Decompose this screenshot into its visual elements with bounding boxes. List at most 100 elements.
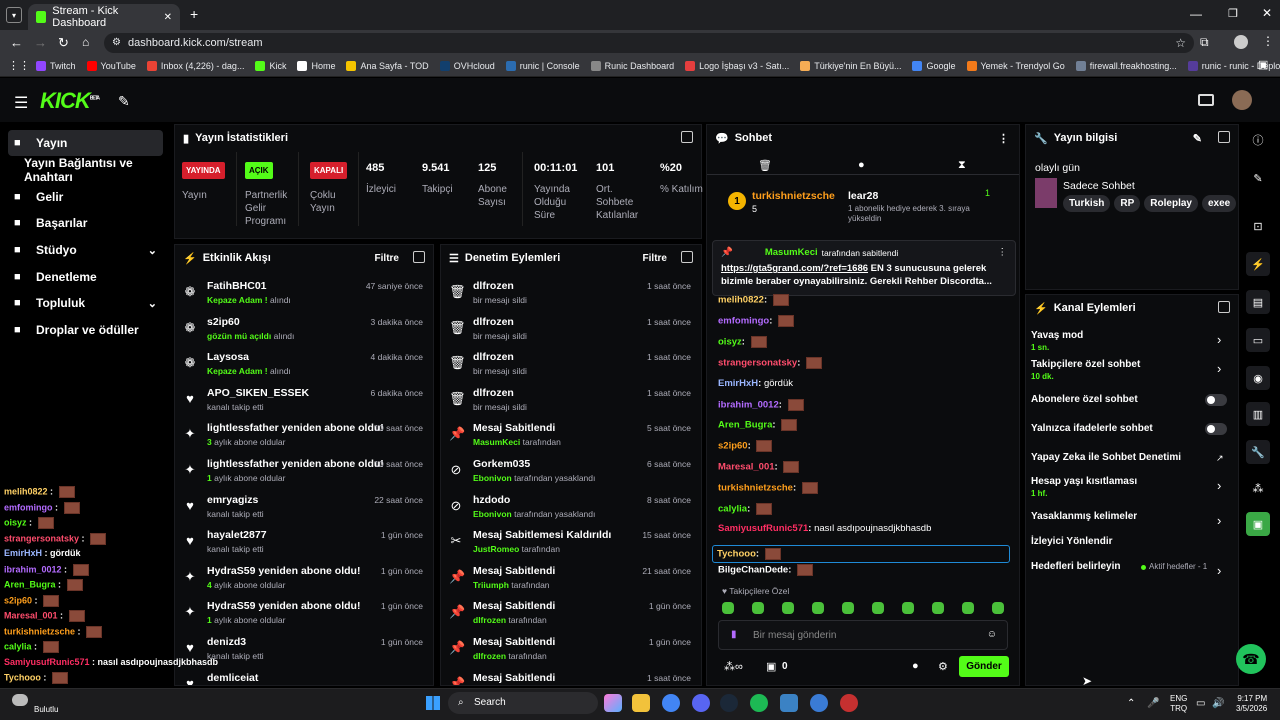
popout-icon[interactable]: [1218, 131, 1230, 143]
profile-icon[interactable]: [1234, 35, 1248, 49]
chat-username[interactable]: s2ip60: [718, 441, 748, 452]
maximize-button[interactable]: ❐: [1228, 7, 1238, 20]
emote-icon[interactable]: [782, 602, 794, 614]
moderation-row[interactable]: ⊘ hzdodo Ebonivon tarafından yasaklandı 8 s…: [441, 491, 701, 527]
chevron-right-icon[interactable]: ›: [1217, 478, 1221, 493]
channel-action[interactable]: İzleyici Yönlendir: [1031, 536, 1113, 547]
activity-row[interactable]: ✦ HydraS59 yeniden abone oldu! 4 aylık abo…: [175, 562, 433, 598]
activity-row[interactable]: ❁ s2ip60 gözün mü açıldı alındı 3 dakika ön…: [175, 313, 433, 349]
channel-action[interactable]: Hedefleri belirleyin: [1031, 561, 1120, 572]
extensions-icon[interactable]: ⧉: [1200, 35, 1209, 50]
moderation-row[interactable]: 🗑 dlfrozen bir mesajı sildi 1 saat önce: [441, 313, 701, 349]
stream-tag[interactable]: Roleplay: [1144, 195, 1198, 212]
reload-icon[interactable]: ↻: [58, 35, 69, 51]
spotify-icon[interactable]: [750, 694, 768, 712]
apps-icon[interactable]: ⋮⋮: [8, 59, 30, 72]
channel-action[interactable]: Abonelere özel sohbet: [1031, 394, 1138, 405]
chat-message[interactable]: ibrahim_0012:: [718, 399, 804, 411]
chat-settings-icon[interactable]: ⚙: [938, 660, 948, 673]
chat-message[interactable]: strangersonatsky:: [718, 357, 823, 369]
chat-message[interactable]: melih0822:: [718, 294, 789, 306]
app-red-icon[interactable]: [840, 694, 858, 712]
stream-tag[interactable]: RP: [1114, 195, 1141, 212]
activity-row[interactable]: ✦ HydraS59 yeniden abone oldu! 1 aylık abo…: [175, 597, 433, 633]
chat-input[interactable]: ▮ Bir mesaj gönderin ☺: [718, 620, 1008, 650]
chat-message[interactable]: turkishnietzsche:: [718, 482, 818, 494]
activity-row[interactable]: ♥ emryagizs kanalı takip etti 22 saat önce: [175, 491, 433, 527]
chat-tools-icon[interactable]: ⁂∞: [724, 660, 743, 673]
tab-search-icon[interactable]: ▾: [6, 7, 22, 23]
sidebar-item[interactable]: ■ Denetleme: [8, 264, 163, 290]
sidebar-item[interactable]: ■ Gelir: [8, 184, 163, 210]
channel-action[interactable]: Hesap yaşı kısıtlaması 1 hf.: [1031, 476, 1137, 498]
channel-action[interactable]: Yasaklanmış kelimeler: [1031, 511, 1137, 522]
chat-username[interactable]: oisyz: [718, 337, 742, 348]
browser-tab[interactable]: Stream - Kick Dashboard ✕: [28, 4, 180, 30]
moderation-row[interactable]: 📌 Mesaj Sabitlendi Triiumph tarafından 21 s…: [441, 562, 701, 598]
popout-icon[interactable]: [681, 131, 693, 143]
edit-icon[interactable]: ✎: [1193, 132, 1202, 145]
chat-tab-icon[interactable]: ●: [858, 159, 865, 171]
sidebar-item[interactable]: ■ Droplar ve ödüller: [8, 317, 163, 343]
chat-rail-button[interactable]: ▭: [1246, 328, 1270, 352]
document-rail-button[interactable]: ▤: [1246, 290, 1270, 314]
emote-icon[interactable]: [722, 602, 734, 614]
activity-row[interactable]: ❁ FatihBHC01 Kepaze Adam ! alındı 47 saniye…: [175, 277, 433, 313]
minimize-button[interactable]: —: [1190, 7, 1202, 21]
chevron-right-icon[interactable]: ›: [1217, 361, 1221, 376]
moderation-filter-button[interactable]: Filtre: [643, 253, 667, 264]
chat-username[interactable]: SamiyusufRunic571: [718, 523, 808, 534]
chat-message[interactable]: Tychooo:: [712, 545, 1010, 563]
hamburger-menu-icon[interactable]: ☰: [14, 93, 28, 113]
broadcast-rail-button[interactable]: ◉: [1246, 366, 1270, 390]
back-icon[interactable]: ←: [10, 35, 23, 50]
emote-icon[interactable]: [902, 602, 914, 614]
steam-icon[interactable]: [720, 694, 738, 712]
toggle-switch[interactable]: [1205, 423, 1227, 435]
bookmark-item[interactable]: Inbox (4,226) - dag...: [146, 61, 244, 71]
sidebar-item[interactable]: Yayın Bağlantısı ve Anahtarı: [8, 156, 163, 184]
moderation-row[interactable]: 🗑 dlfrozen bir mesajı sildi 1 saat önce: [441, 384, 701, 420]
capture-rail-button[interactable]: ⊡: [1246, 214, 1270, 238]
chat-username[interactable]: Aren_Bugra: [718, 420, 772, 431]
bookmark-item[interactable]: Kick: [255, 61, 286, 71]
emoji-icon[interactable]: ☺: [987, 629, 997, 640]
bookmark-item[interactable]: OVHcloud: [439, 61, 495, 71]
emote-icon[interactable]: [842, 602, 854, 614]
bookmark-item[interactable]: Logo İşbaşı v3 - Satı...: [685, 61, 789, 71]
chat-message[interactable]: Aren_Bugra:: [718, 419, 798, 431]
pin-tool-icon[interactable]: ✎: [118, 93, 130, 110]
chat-username[interactable]: EmirHxH: [718, 378, 758, 389]
app-g-icon[interactable]: [780, 694, 798, 712]
bookmark-item[interactable]: Yemek - Trendyol Go: [966, 61, 1065, 71]
moderation-row[interactable]: ✂ Mesaj Sabitlemesi Kaldırıldı JustRomeo t…: [441, 526, 701, 562]
pinned-menu-icon[interactable]: ⋮: [998, 247, 1008, 258]
clock[interactable]: 9:17 PM 3/5/2026: [1236, 694, 1267, 714]
chat-menu-icon[interactable]: ⋮: [998, 132, 1009, 145]
copilot-icon[interactable]: [604, 694, 622, 712]
chevron-right-icon[interactable]: ›: [1217, 563, 1221, 578]
sidebar-item[interactable]: ■ Topluluk ⌄: [8, 290, 163, 316]
bookmark-item[interactable]: Türkiye'nin En Büyü...: [800, 61, 901, 71]
chat-username[interactable]: turkishnietzsche: [718, 483, 793, 494]
chat-message[interactable]: BilgeChanDede:: [718, 564, 814, 576]
taskbar-search[interactable]: ⌕ Search: [448, 692, 598, 714]
chat-username[interactable]: Tychooo: [717, 549, 756, 560]
bookmark-item[interactable]: runic | Console: [505, 61, 580, 71]
activity-row[interactable]: ♥ APO_SIKEN_ESSEK kanalı takip etti 6 dakik…: [175, 384, 433, 420]
chat-username[interactable]: ibrahim_0012: [718, 400, 779, 411]
tab-close-icon[interactable]: ✕: [164, 12, 172, 23]
emote-icon[interactable]: [872, 602, 884, 614]
sidebar-item[interactable]: ■ Yayın: [8, 130, 163, 156]
bookmark-star-icon[interactable]: ☆: [1175, 33, 1186, 53]
chat-username[interactable]: BilgeChanDede: [718, 565, 788, 576]
network-icon[interactable]: ▭: [1196, 698, 1205, 709]
activity-filter-button[interactable]: Filtre: [375, 253, 399, 264]
moderation-row[interactable]: ⊘ Gorkem035 Ebonivon tarafından yasaklandı…: [441, 455, 701, 491]
moderation-row[interactable]: 🗑 dlfrozen bir mesajı sildi 1 saat önce: [441, 277, 701, 313]
chat-message[interactable]: Maresal_001:: [718, 461, 800, 473]
file-explorer-icon[interactable]: [632, 694, 650, 712]
site-info-icon[interactable]: ⚙: [112, 33, 121, 53]
activity-row[interactable]: ✦ lightlessfather yeniden abone oldu! 1 ay…: [175, 455, 433, 491]
support-chat-icon[interactable]: ☎: [1236, 644, 1266, 674]
